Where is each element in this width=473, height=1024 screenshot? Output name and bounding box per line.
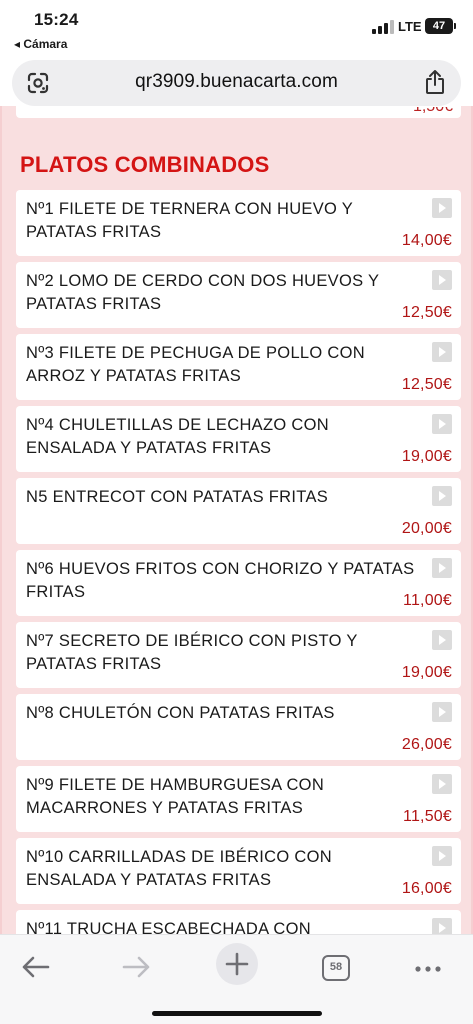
plus-icon[interactable]	[214, 941, 260, 987]
menu-item-price: 19,00€	[401, 448, 452, 465]
menu-item-name: Nº11 TRUCHA ESCABECHADA CON	[26, 920, 311, 934]
url-text[interactable]: qr3909.buenacarta.com	[12, 71, 461, 93]
previous-menu-item[interactable]: 1,50€	[16, 106, 461, 118]
menu-item[interactable]: Nº10 CARRILLADAS DE IBÉRICO CON ENSALADA…	[16, 838, 461, 904]
menu-item-price: 14,00€	[401, 232, 452, 249]
chevron-right-icon[interactable]	[432, 846, 452, 866]
chevron-right-icon[interactable]	[432, 414, 452, 434]
address-bar[interactable]: qr3909.buenacarta.com	[12, 60, 461, 106]
menu-item-price: 12,50€	[401, 376, 452, 393]
status-time: 15:24	[34, 10, 79, 29]
menu-item-name: Nº10 CARRILLADAS DE IBÉRICO CON ENSALADA…	[26, 848, 332, 889]
tab-count: 58	[322, 955, 350, 981]
menu-item[interactable]: Nº4 CHULETILLAS DE LECHAZO CON ENSALADA …	[16, 406, 461, 472]
menu-item-name: Nº2 LOMO DE CERDO CON DOS HUEVOS Y PATAT…	[26, 272, 380, 313]
menu-item-price: 12,50€	[401, 304, 452, 321]
menu-item[interactable]: Nº11 TRUCHA ESCABECHADA CON	[16, 910, 461, 934]
menu-item-price: 20,00€	[401, 520, 452, 537]
menu-item[interactable]: Nº8 CHULETÓN CON PATATAS FRITAS 26,00€	[16, 694, 461, 760]
menu-item-price: 19,00€	[401, 664, 452, 681]
chevron-right-icon[interactable]	[432, 558, 452, 578]
menu-item-price: 16,00€	[401, 880, 452, 897]
status-bar: 15:24 ◂ Cámara LTE 47	[0, 0, 473, 56]
menu-item[interactable]: Nº6 HUEVOS FRITOS CON CHORIZO Y PATATAS …	[16, 550, 461, 616]
chevron-right-icon[interactable]	[432, 342, 452, 362]
menu-item-name: Nº1 FILETE DE TERNERA CON HUEVO Y PATATA…	[26, 200, 353, 241]
previous-item-price: 1,50€	[412, 106, 453, 115]
menu-item[interactable]: N5 ENTRECOT CON PATATAS FRITAS 20,00€	[16, 478, 461, 544]
chevron-right-icon[interactable]	[432, 270, 452, 290]
menu-item[interactable]: Nº9 FILETE DE HAMBURGUESA CON MACARRONES…	[16, 766, 461, 832]
back-to-app-link[interactable]: ◂ Cámara	[14, 37, 67, 51]
chevron-right-icon[interactable]	[432, 774, 452, 794]
menu-content: 1,50€ PLATOS COMBINADOS Nº1 FILETE DE TE…	[0, 106, 473, 934]
menu-item-name: Nº8 CHULETÓN CON PATATAS FRITAS	[26, 704, 335, 722]
battery-icon: 47	[425, 18, 456, 34]
menu-item-name: Nº7 SECRETO DE IBÉRICO CON PISTO Y PATAT…	[26, 632, 358, 673]
menu-item[interactable]: Nº1 FILETE DE TERNERA CON HUEVO Y PATATA…	[16, 190, 461, 256]
menu-item-price: 26,00€	[401, 736, 452, 753]
signal-icon	[372, 20, 394, 34]
menu-item-name: N5 ENTRECOT CON PATATAS FRITAS	[26, 488, 329, 506]
menu-item[interactable]: Nº2 LOMO DE CERDO CON DOS HUEVOS Y PATAT…	[16, 262, 461, 328]
chevron-right-icon[interactable]	[432, 198, 452, 218]
chevron-right-icon[interactable]	[432, 918, 452, 934]
forward-arrow-icon[interactable]	[114, 945, 158, 989]
menu-item-name: Nº3 FILETE DE PECHUGA DE POLLO CON ARROZ…	[26, 344, 365, 385]
chevron-right-icon[interactable]	[432, 630, 452, 650]
menu-item-name: Nº9 FILETE DE HAMBURGUESA CON MACARRONES…	[26, 776, 325, 817]
section-title: PLATOS COMBINADOS	[20, 152, 270, 177]
home-indicator[interactable]	[152, 1011, 322, 1016]
more-icon[interactable]	[406, 945, 450, 989]
menu-item[interactable]: Nº3 FILETE DE PECHUGA DE POLLO CON ARROZ…	[16, 334, 461, 400]
menu-item[interactable]: Nº7 SECRETO DE IBÉRICO CON PISTO Y PATAT…	[16, 622, 461, 688]
chevron-right-icon[interactable]	[432, 702, 452, 722]
chevron-right-icon[interactable]	[432, 486, 452, 506]
back-arrow-icon[interactable]	[14, 945, 58, 989]
menu-item-name: Nº6 HUEVOS FRITOS CON CHORIZO Y PATATAS …	[26, 560, 415, 601]
menu-item-name: Nº4 CHULETILLAS DE LECHAZO CON ENSALADA …	[26, 416, 329, 457]
share-icon[interactable]	[423, 69, 447, 95]
network-type: LTE	[398, 19, 422, 34]
tabs-icon[interactable]: 58	[314, 945, 358, 989]
menu-item-price: 11,00€	[403, 592, 452, 609]
menu-item-price: 11,50€	[403, 808, 452, 825]
